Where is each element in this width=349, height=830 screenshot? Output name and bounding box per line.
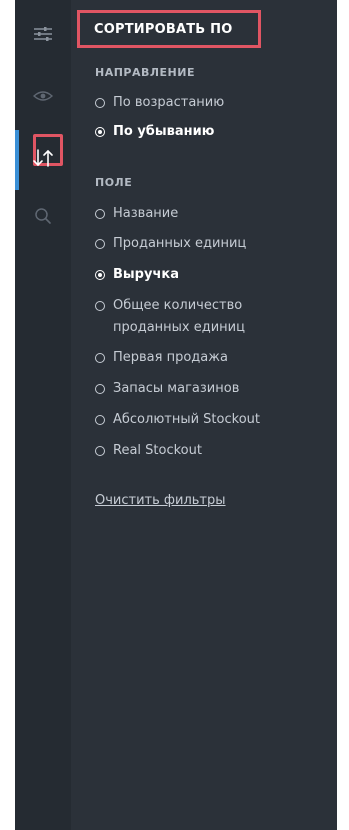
option-name[interactable]: Название: [95, 203, 331, 225]
radio-icon: [95, 353, 105, 363]
field-section-label: ПОЛЕ: [95, 176, 133, 189]
side-rail: [15, 0, 71, 830]
option-label: По возрастанию: [113, 95, 225, 110]
option-label: Выручка: [113, 267, 179, 282]
option-label: Общее количество проданных единиц: [113, 298, 245, 335]
option-label: Название: [113, 206, 179, 221]
option-ascending[interactable]: По возрастанию: [95, 92, 331, 114]
sort-icon: [32, 148, 54, 168]
radio-selected-icon: [95, 270, 105, 280]
option-total-units-sold[interactable]: Общее количество проданных единиц: [95, 295, 313, 339]
rail-search-button[interactable]: [15, 194, 71, 238]
rail-sort-button[interactable]: [15, 130, 71, 190]
option-label: Real Stockout: [113, 443, 202, 458]
option-store-stock[interactable]: Запасы магазинов: [95, 378, 331, 400]
option-absolute-stockout[interactable]: Абсолютный Stockout: [95, 409, 331, 431]
option-units-sold[interactable]: Проданных единиц: [95, 233, 331, 255]
option-label: Первая продажа: [113, 350, 228, 365]
sliders-icon: [33, 26, 53, 42]
radio-icon: [95, 384, 105, 394]
option-first-sale[interactable]: Первая продажа: [95, 347, 331, 369]
option-descending[interactable]: По убыванию: [95, 121, 331, 143]
active-indicator: [15, 130, 19, 190]
rail-filters-button[interactable]: [15, 12, 71, 56]
radio-selected-icon: [95, 127, 105, 137]
eye-icon: [33, 90, 53, 102]
rail-visibility-button[interactable]: [15, 74, 71, 118]
sort-app: СОРТИРОВАТЬ ПО НАПРАВЛЕНИЕ По возрастани…: [15, 0, 337, 830]
option-label: Запасы магазинов: [113, 381, 240, 396]
radio-icon: [95, 239, 105, 249]
radio-icon: [95, 446, 105, 456]
direction-section-label: НАПРАВЛЕНИЕ: [95, 66, 195, 79]
option-real-stockout[interactable]: Real Stockout: [95, 440, 331, 462]
option-label: Проданных единиц: [113, 236, 247, 251]
panel-title: СОРТИРОВАТЬ ПО: [77, 10, 261, 48]
radio-icon: [95, 209, 105, 219]
radio-icon: [95, 301, 105, 311]
radio-icon: [95, 98, 105, 108]
radio-icon: [95, 415, 105, 425]
option-label: По убыванию: [113, 124, 215, 139]
sort-panel: СОРТИРОВАТЬ ПО НАПРАВЛЕНИЕ По возрастани…: [77, 0, 337, 830]
option-revenue[interactable]: Выручка: [95, 264, 331, 286]
option-label: Абсолютный Stockout: [113, 412, 260, 427]
search-icon: [34, 207, 52, 225]
clear-filters-link[interactable]: Очистить фильтры: [95, 493, 226, 508]
